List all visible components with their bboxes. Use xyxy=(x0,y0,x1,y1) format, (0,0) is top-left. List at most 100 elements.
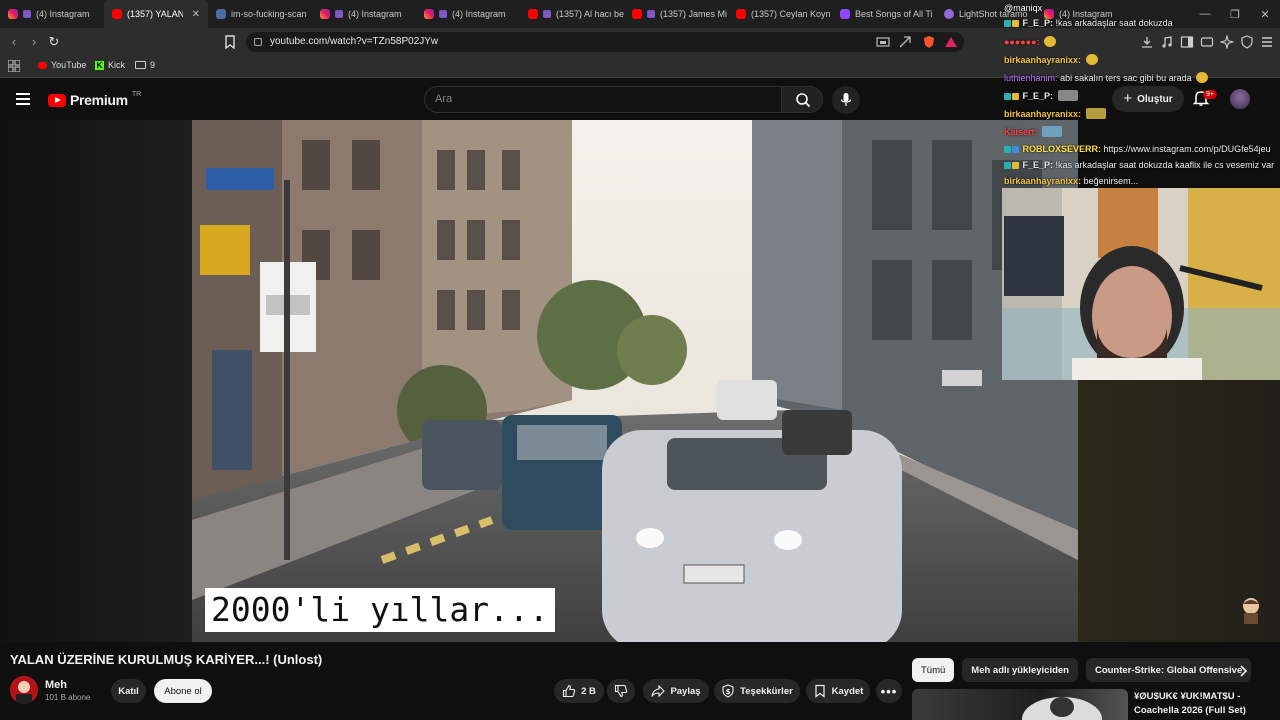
brave-rewards-icon[interactable] xyxy=(944,35,958,49)
emote-icon xyxy=(1044,36,1057,47)
tab[interactable]: Best Songs of All Ti xyxy=(832,0,936,28)
bookmark-icon[interactable] xyxy=(223,35,237,49)
chat-message: F_E_P: !kas arkadaşlar saat dokuzda kaaf… xyxy=(1004,160,1280,170)
save-bookmark-icon xyxy=(815,684,825,698)
youtube-premium-logo[interactable]: Premium TR xyxy=(48,91,141,108)
voice-search-button[interactable] xyxy=(832,86,860,114)
more-actions-button[interactable]: ••• xyxy=(876,679,902,703)
youtube-icon xyxy=(528,9,538,19)
forward-icon[interactable]: › xyxy=(26,34,42,50)
emote-icon xyxy=(1042,126,1063,137)
chat-message: F_E_P: xyxy=(1004,90,1280,101)
recommendation-thumbnail[interactable] xyxy=(912,689,1128,720)
bookmark-kick[interactable]: K Kick xyxy=(95,60,125,70)
video-player[interactable] xyxy=(192,120,1078,642)
folder-icon xyxy=(135,61,146,69)
youtube-icon xyxy=(632,9,642,19)
channel-name[interactable]: Meh xyxy=(45,679,67,691)
apps-grid-icon[interactable] xyxy=(8,60,20,72)
emote-icon xyxy=(1057,90,1078,101)
chat-message: F_E_P: !kas arkadaşlar saat dokuzda xyxy=(1004,18,1280,28)
brave-shield-icon[interactable] xyxy=(922,35,936,49)
emote-icon xyxy=(1085,108,1106,119)
emote-icon xyxy=(1196,72,1209,83)
microphone-icon xyxy=(840,93,852,106)
video-frame-street-scene xyxy=(192,120,1078,642)
bookmark-youtube[interactable]: YouTube xyxy=(38,60,86,70)
save-button[interactable]: Kaydet xyxy=(806,679,870,703)
youtube-logo-icon xyxy=(48,93,66,107)
badge-icon xyxy=(1004,162,1011,169)
join-button[interactable]: Katıl xyxy=(111,679,146,703)
chevron-right-icon[interactable] xyxy=(1236,664,1250,678)
share-icon[interactable] xyxy=(898,35,912,49)
tab-group-icon xyxy=(543,10,551,18)
badge-icon xyxy=(1012,20,1019,27)
youtube-icon xyxy=(736,9,746,19)
bookmark-folder[interactable]: 9 xyxy=(135,60,155,70)
svg-text:$: $ xyxy=(726,688,731,696)
twitch-icon xyxy=(840,9,850,19)
instagram-icon xyxy=(424,9,434,19)
tab[interactable]: (4) Instagram xyxy=(312,0,416,28)
chat-message: ●●●●●●: xyxy=(1004,36,1280,47)
subscribe-button[interactable]: Abone ol xyxy=(154,679,212,703)
tab[interactable]: (4) Instagram xyxy=(0,0,104,28)
share-arrow-icon xyxy=(651,684,666,698)
chat-message: birkaanhayranixx: beğenirsem... xyxy=(1004,176,1139,186)
video-ambient-left xyxy=(0,120,192,642)
tab[interactable]: (1357) James Mi xyxy=(624,0,728,28)
page-icon xyxy=(216,9,226,19)
tab-group-icon xyxy=(335,10,343,18)
webcam-frame xyxy=(1002,188,1280,380)
more-dots-icon: ••• xyxy=(880,683,898,699)
avatar-sticker-icon xyxy=(1243,598,1259,624)
tab-active[interactable]: (1357) YALAN Ü ✕ xyxy=(104,0,208,28)
chat-message: luthienhanim: abi sakalın ters sac gibi … xyxy=(1004,72,1280,83)
badge-icon xyxy=(1004,146,1011,153)
chip-csgo[interactable]: Counter-Strike: Global Offensive xyxy=(1085,658,1252,682)
tab-group-icon xyxy=(23,10,31,18)
cast-icon[interactable] xyxy=(876,35,890,49)
recommendation-title[interactable]: ¥ØU$UK€ ¥UK!MAT$U - Coachella 2026 (Full… xyxy=(1134,690,1274,718)
tab-group-icon xyxy=(439,10,447,18)
thanks-button[interactable]: $ Teşekkürler xyxy=(714,679,800,703)
guide-menu-icon[interactable] xyxy=(16,93,30,105)
tab[interactable]: (4) Instagram xyxy=(416,0,520,28)
chat-message: Kaisert: xyxy=(1004,126,1280,137)
youtube-icon xyxy=(112,9,122,19)
badge-icon xyxy=(1012,146,1019,153)
search-button[interactable] xyxy=(781,86,823,113)
search-input[interactable]: Ara xyxy=(424,86,782,113)
thumbnail-image xyxy=(1022,697,1102,720)
chat-message: birkaanhayranixx: xyxy=(1004,108,1280,119)
youtube-icon xyxy=(38,61,47,69)
search-icon xyxy=(796,93,811,108)
tab[interactable]: (1357) Al hacı beki xyxy=(520,0,624,28)
back-icon[interactable]: ‹ xyxy=(6,34,22,50)
tab[interactable]: im-so-fucking-scan xyxy=(208,0,312,28)
thumbs-up-icon xyxy=(563,684,576,698)
url-field[interactable]: youtube.com/watch?v=TZn58P02JYw xyxy=(246,32,964,52)
tab[interactable]: (1357) Ceylan Koyn xyxy=(728,0,832,28)
emote-icon xyxy=(1085,54,1098,65)
channel-avatar[interactable] xyxy=(10,676,38,704)
recommendation-chips: Tümü Meh adlı yükleyiciden Counter-Strik… xyxy=(912,658,1252,682)
site-info-icon[interactable] xyxy=(254,38,262,46)
chat-message: @maniqx xyxy=(1004,3,1043,13)
close-icon[interactable]: ✕ xyxy=(192,9,200,20)
chip-from-uploader[interactable]: Meh adlı yükleyiciden xyxy=(962,658,1078,682)
like-button[interactable]: 2 B xyxy=(554,679,604,703)
badge-icon xyxy=(1012,93,1019,100)
streamer-webcam xyxy=(1002,188,1280,380)
reload-icon[interactable]: ↻ xyxy=(46,34,62,50)
stream-chat-overlay: @maniqx F_E_P: !kas arkadaşlar saat doku… xyxy=(1002,0,1280,188)
video-title: YALAN ÜZERİNE KURULMUŞ KARİYER...! (Unlo… xyxy=(10,652,323,667)
dislike-button[interactable] xyxy=(607,679,635,703)
chip-all[interactable]: Tümü xyxy=(912,658,955,682)
share-button[interactable]: Paylaş xyxy=(643,679,709,703)
badge-icon xyxy=(1004,20,1011,27)
badge-icon xyxy=(1004,93,1011,100)
badge-icon xyxy=(1012,162,1019,169)
tab-group-icon xyxy=(647,10,655,18)
